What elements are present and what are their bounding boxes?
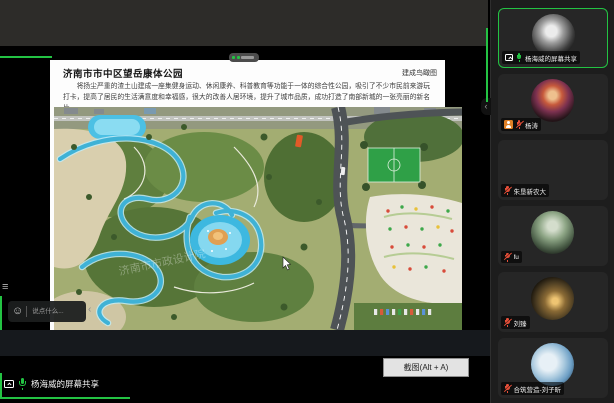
screen-share-icon (4, 380, 14, 388)
emoji-icon[interactable]: ☺ (12, 306, 23, 317)
capture-border-top (0, 56, 52, 58)
capture-border-left (0, 296, 2, 330)
person-badge-icon (504, 120, 513, 129)
status-green-dot (237, 56, 240, 59)
recording-indicator-pill (229, 53, 259, 62)
meeting-desktop: 济南市市中区望岳康体公园 建成鸟瞰图 将扬尘严重的渣土山建成一座集健身运动、休闲… (0, 0, 614, 403)
mic-muted-icon (504, 318, 511, 327)
chat-collapse-icon[interactable]: ‹ (88, 305, 91, 315)
slide-title: 济南市市中区望岳康体公园 (63, 66, 183, 80)
participant-tile[interactable]: 合筑营造-刘子昕 (498, 338, 608, 398)
participant-label: 刘臻 (501, 316, 530, 329)
top-strip (0, 0, 488, 46)
avatar (531, 79, 574, 122)
capture-border-left (0, 373, 2, 399)
capture-border-bottom (0, 397, 130, 399)
participant-label: 朱垦新农大 (501, 184, 549, 197)
participant-label: 杨海威的屏幕共享 (502, 51, 580, 64)
mic-muted-icon (504, 384, 511, 393)
avatar (531, 211, 574, 254)
participant-label: 合筑营造-刘子昕 (501, 382, 564, 395)
sharer-name: 杨海威的屏幕共享 (31, 378, 99, 390)
participant-tile[interactable]: 杨涛 (498, 74, 608, 134)
mic-on-icon (516, 53, 523, 62)
avatar (531, 145, 574, 188)
capture-border-right (486, 28, 488, 102)
participant-name: 刘臻 (514, 318, 527, 328)
status-text-bar (241, 56, 254, 59)
slide-caption: 建成鸟瞰图 (402, 68, 437, 78)
divider (26, 306, 27, 317)
status-green-dot (232, 56, 235, 59)
avatar (531, 277, 574, 320)
participant-label: fu (501, 251, 522, 263)
shared-slide: 济南市市中区望岳康体公园 建成鸟瞰图 将扬尘严重的渣土山建成一座集健身运动、休闲… (50, 60, 445, 332)
menu-icon[interactable]: ≡ (2, 282, 8, 293)
participant-tile[interactable]: 刘臻 (498, 272, 608, 332)
avatar (531, 343, 574, 386)
participant-tile[interactable]: 杨海威的屏幕共享 (498, 8, 608, 68)
mic-muted-icon (504, 186, 511, 195)
participant-label: 杨涛 (501, 118, 541, 131)
participant-name: 朱垦新农大 (514, 186, 547, 196)
chat-bar: ☺ (8, 301, 86, 322)
participant-tile[interactable]: fu (498, 206, 608, 266)
participants-sidebar: 杨海威的屏幕共享 杨涛 朱垦新农大 fu (490, 0, 614, 403)
mic-on-icon (18, 378, 27, 390)
mic-muted-icon (504, 253, 511, 262)
participant-name: 杨海威的屏幕共享 (525, 53, 577, 63)
participant-tile[interactable]: 朱垦新农大 (498, 140, 608, 200)
participant-name: fu (514, 254, 519, 261)
screen-share-banner: 杨海威的屏幕共享 (4, 378, 99, 390)
park-aerial-map: 济南市市政设计院 (54, 107, 462, 330)
chat-input[interactable] (30, 307, 82, 316)
screenshot-shortcut-button[interactable]: 截图(Alt + A) (383, 358, 469, 377)
participant-name: 合筑营造-刘子昕 (514, 384, 562, 394)
participant-name: 杨涛 (525, 120, 538, 130)
mic-muted-icon (516, 120, 523, 129)
screen-share-icon (505, 54, 513, 61)
map-parking (354, 303, 462, 330)
